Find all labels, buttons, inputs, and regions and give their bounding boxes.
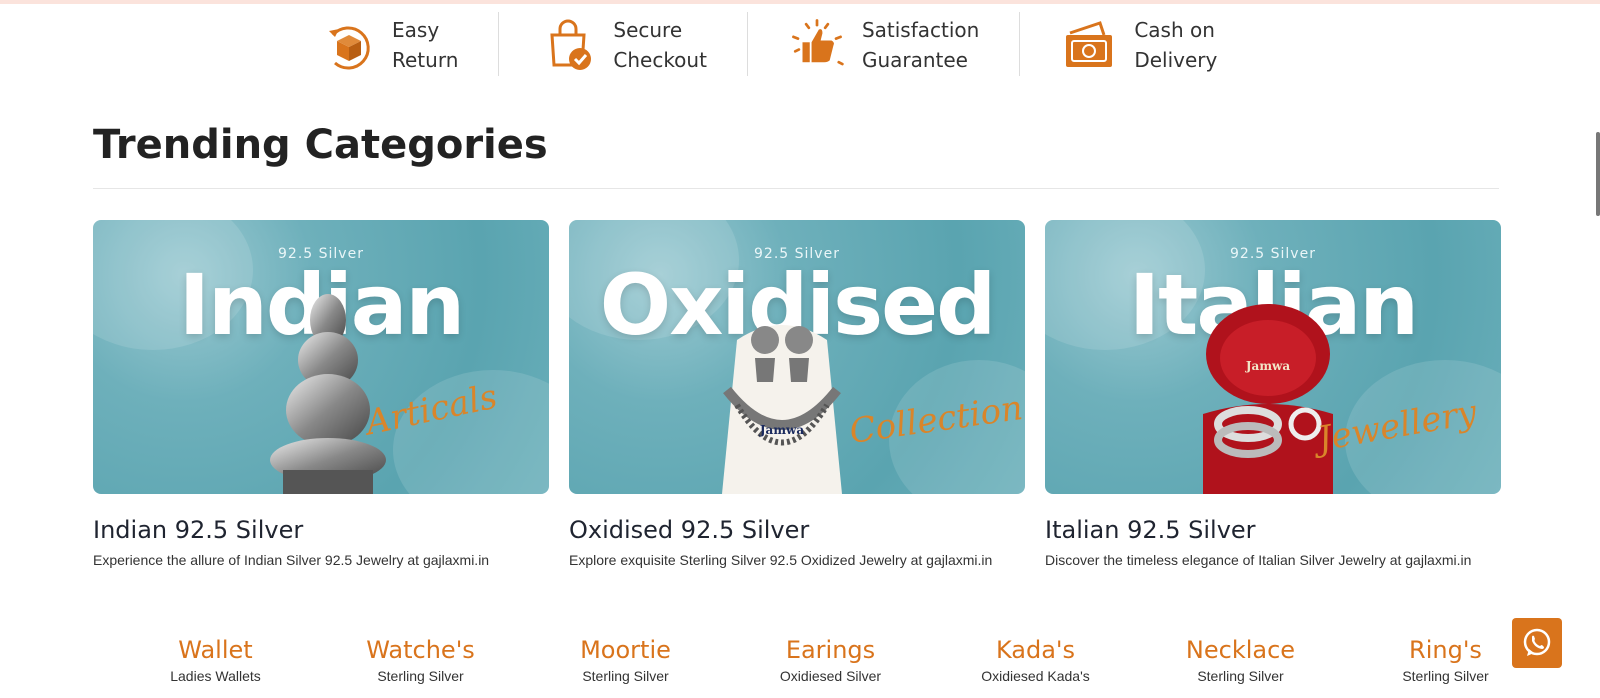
card-title[interactable]: Italian 92.5 Silver	[1045, 516, 1501, 544]
category-subtitle: Oxidiesed Silver	[779, 668, 882, 684]
feature-line2: Checkout	[613, 48, 707, 72]
feature-line1: Secure	[613, 18, 683, 42]
feature-line2: Guarantee	[861, 48, 968, 72]
feature-line2: Return	[392, 48, 459, 72]
italian-ring-box-image: Jamwa	[1203, 304, 1333, 494]
card-banner[interactable]: 92.5 Silver Italian Jamwa Jewellery	[1045, 220, 1501, 494]
category-kadas[interactable]: Kada's Oxidiesed Kada's	[933, 636, 1138, 684]
feature-line1: Cash on	[1134, 18, 1215, 42]
feature-line1: Easy	[392, 18, 440, 42]
category-subtitle: Sterling Silver	[377, 668, 464, 684]
divider	[1019, 12, 1021, 76]
card-title[interactable]: Oxidised 92.5 Silver	[569, 516, 1025, 544]
feature-cash-on-delivery: Cash on Delivery	[1060, 12, 1217, 78]
card-banner[interactable]: 92.5 Silver Oxidised Jamwa Collection	[569, 220, 1025, 494]
feature-easy-return: Easy Return	[318, 12, 458, 78]
card-oxidised-silver[interactable]: 92.5 Silver Oxidised Jamwa Collection Ox…	[569, 220, 1025, 568]
card-indian-silver[interactable]: 92.5 Silver Indian Articals Indian 92.5 …	[93, 220, 549, 568]
card-description: Discover the timeless elegance of Italia…	[1045, 552, 1472, 568]
section-title: Trending Categories	[93, 122, 548, 168]
card-description: Explore exquisite Sterling Silver 92.5 O…	[569, 552, 993, 568]
top-border	[0, 0, 1600, 4]
category-cards: 92.5 Silver Indian Articals Indian 92.5 …	[93, 220, 1501, 568]
ganesha-idol-image	[270, 294, 386, 494]
feature-line1: Satisfaction	[861, 18, 980, 42]
category-name[interactable]: Earings	[728, 636, 933, 664]
thumbs-up-icon	[788, 16, 846, 74]
whatsapp-icon	[1523, 628, 1551, 656]
brand-logo-text: Jamwa	[1245, 359, 1290, 373]
feature-satisfaction-guarantee: Satisfaction Guarantee	[788, 12, 979, 78]
category-earings[interactable]: Earings Oxidiesed Silver	[728, 636, 933, 684]
category-name[interactable]: Necklace	[1138, 636, 1343, 664]
return-box-icon	[318, 16, 376, 74]
card-banner[interactable]: 92.5 Silver Indian Articals	[93, 220, 549, 494]
card-title[interactable]: Indian 92.5 Silver	[93, 516, 549, 544]
divider	[498, 12, 500, 76]
feature-secure-checkout: Secure Checkout	[539, 12, 707, 78]
brand-logo-text: Jamwa	[759, 423, 804, 437]
category-wallet[interactable]: Wallet Ladies Wallets	[113, 636, 318, 684]
oxidised-necklace-image: Jamwa	[722, 325, 842, 494]
card-description: Experience the allure of Indian Silver 9…	[93, 552, 490, 568]
category-subtitle: Ladies Wallets	[170, 668, 261, 684]
category-subtitle: Sterling Silver	[582, 668, 669, 684]
divider	[746, 12, 748, 76]
section-divider	[93, 188, 1499, 189]
category-name[interactable]: Moortie	[523, 636, 728, 664]
category-moortie[interactable]: Moortie Sterling Silver	[523, 636, 728, 684]
scrollbar-thumb[interactable]	[1596, 132, 1600, 216]
cash-icon	[1060, 16, 1118, 74]
secure-bag-icon	[539, 16, 597, 74]
category-name[interactable]: Wallet	[113, 636, 318, 664]
category-name[interactable]: Kada's	[933, 636, 1138, 664]
category-necklace[interactable]: Necklace Sterling Silver	[1138, 636, 1343, 684]
features-strip: Easy Return Secure Checkout Satisfaction…	[318, 12, 1217, 82]
category-subtitle: Sterling Silver	[1197, 668, 1284, 684]
category-name[interactable]: Watche's	[318, 636, 523, 664]
whatsapp-button[interactable]	[1512, 618, 1562, 668]
feature-line2: Delivery	[1134, 48, 1218, 72]
category-subtitle: Sterling Silver	[1402, 668, 1489, 684]
card-italian-silver[interactable]: 92.5 Silver Italian Jamwa Jewellery Ital…	[1045, 220, 1501, 568]
category-watches[interactable]: Watche's Sterling Silver	[318, 636, 523, 684]
category-links: Wallet Ladies Wallets Watche's Sterling …	[113, 636, 1548, 684]
category-subtitle: Oxidiesed Kada's	[981, 668, 1090, 684]
